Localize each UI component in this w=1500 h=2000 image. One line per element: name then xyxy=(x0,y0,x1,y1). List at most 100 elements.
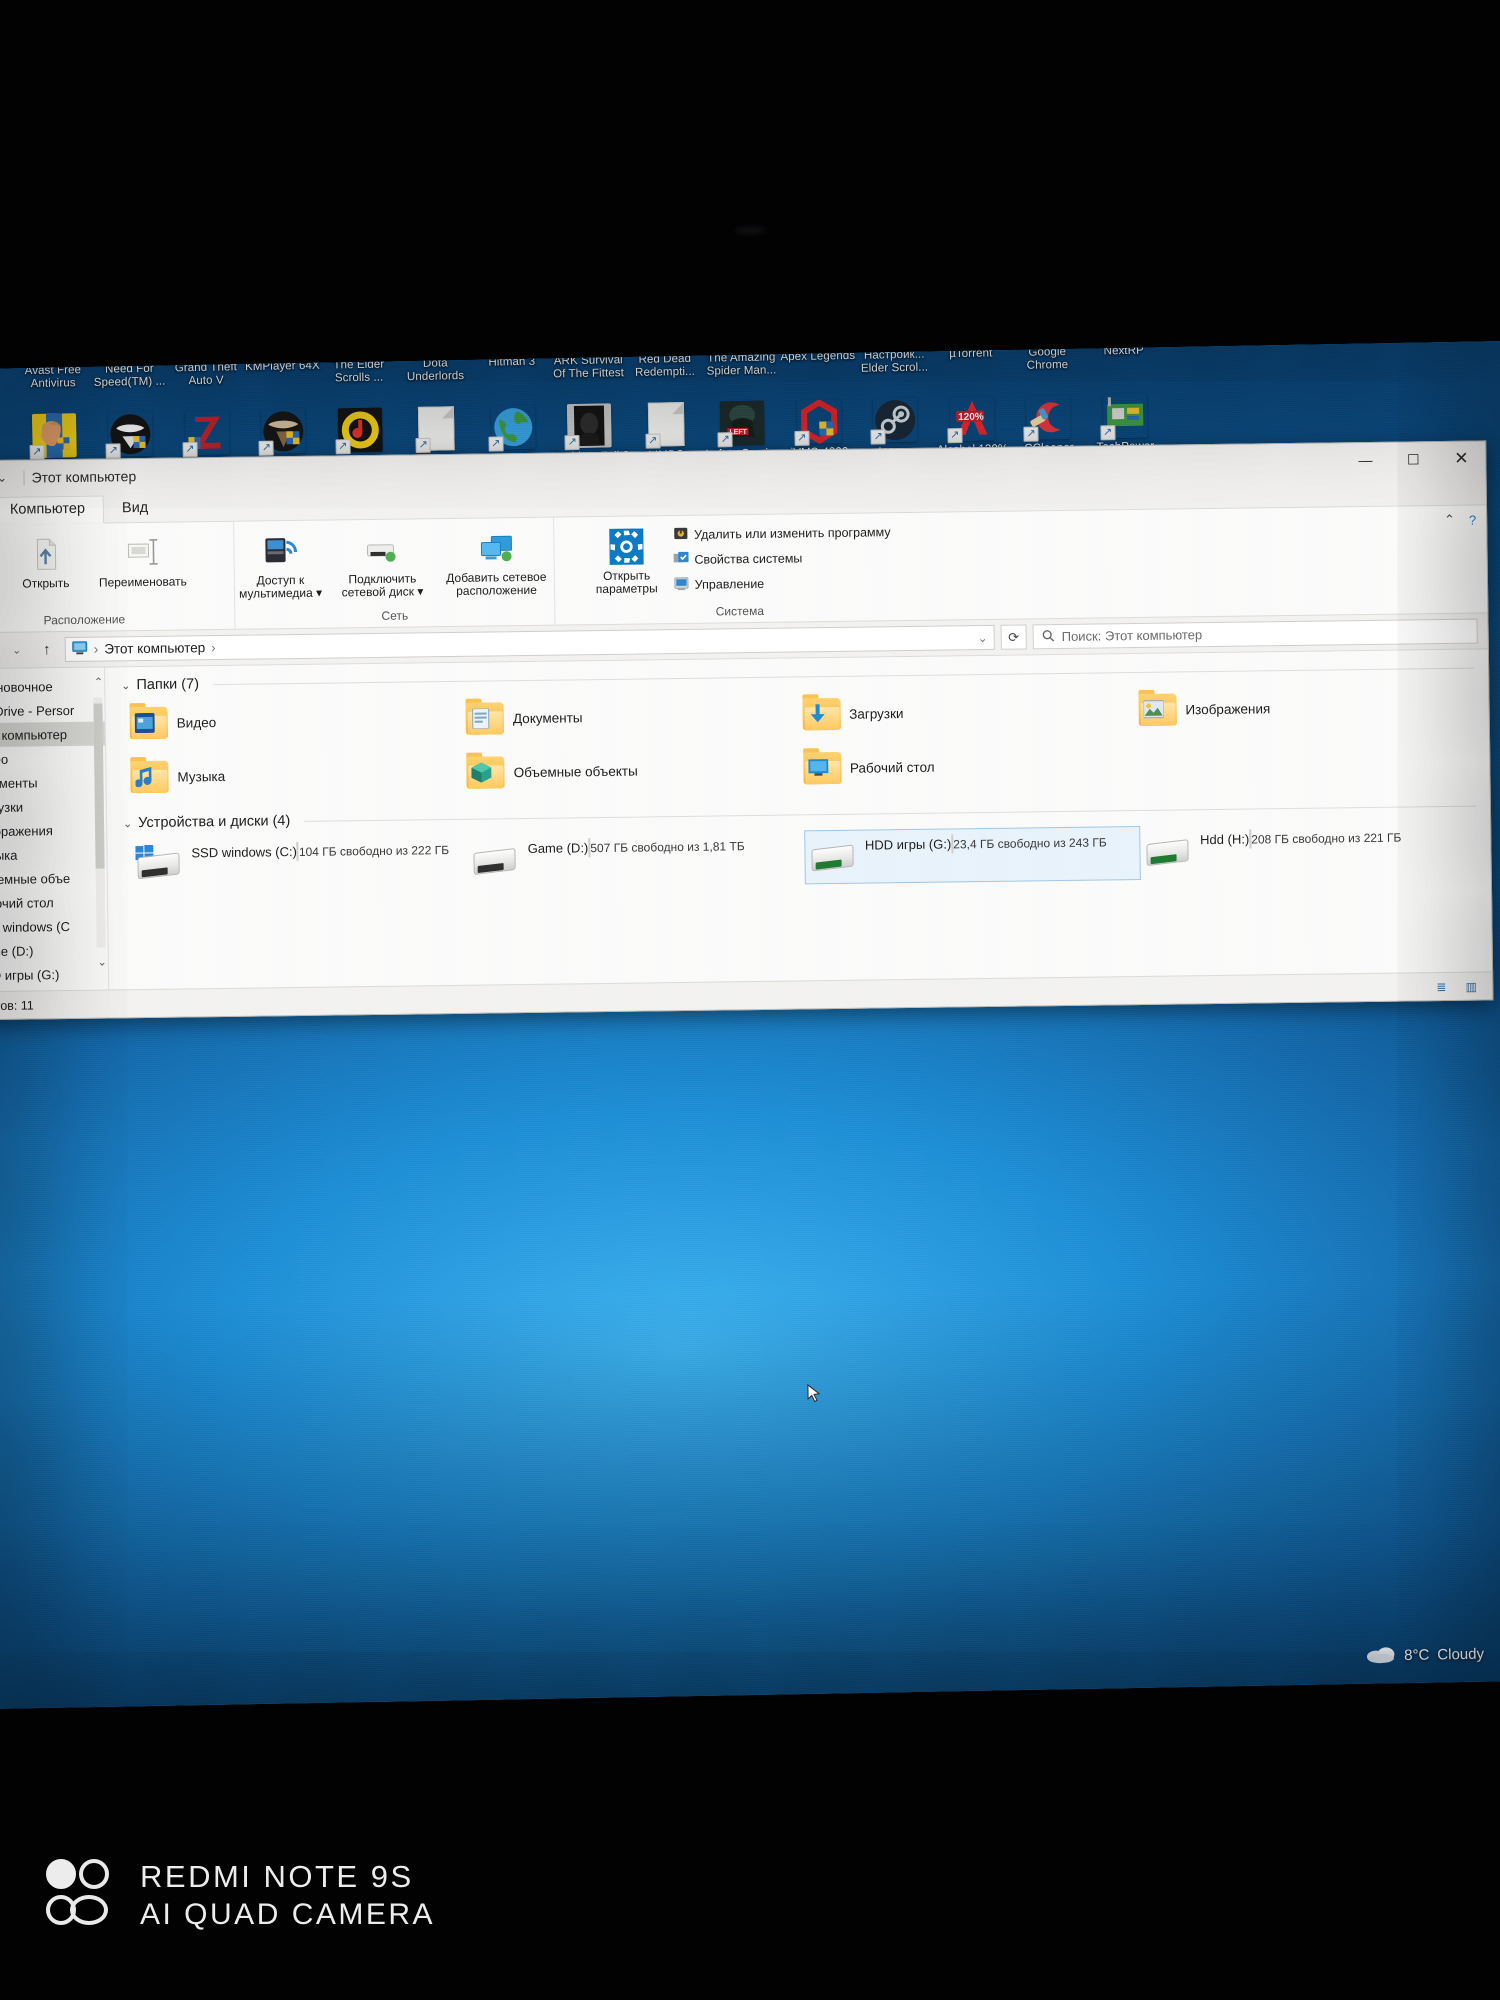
ribbon-collapse-icon[interactable]: ⌃ xyxy=(1444,512,1455,528)
taskbar-weather-widget[interactable]: 8°C Cloudy ⌃ xyxy=(1366,1642,1500,1668)
folders-group-chevron-icon[interactable]: ⌄ xyxy=(121,679,130,692)
ribbon-button-open-settings[interactable]: Открыть параметры xyxy=(587,526,666,596)
breadcrumb-dropdown-icon[interactable]: ⌄ xyxy=(978,630,988,644)
sidebar-item-11[interactable]: Game (D:) xyxy=(0,938,108,964)
up-button[interactable]: ↑ xyxy=(35,638,59,662)
rdr2-icon[interactable]: ↗ xyxy=(639,340,687,353)
desktop-icon[interactable]: ↗ The Elder Scrolls ... xyxy=(320,340,398,385)
sidebar-item-7[interactable]: Музыка xyxy=(0,842,107,868)
document-icon[interactable]: ↗ xyxy=(645,402,685,449)
dayz-icon[interactable]: ↗ xyxy=(105,412,153,459)
sidebar-item-0[interactable]: Установочное xyxy=(0,674,104,700)
folder-item[interactable]: Рабочий стол xyxy=(802,740,1140,792)
desktop-icon[interactable]: ↗ Red Dead Redempti... xyxy=(626,340,704,379)
ribbon-button-open[interactable]: Открыть xyxy=(14,534,77,591)
left-to-survive-icon[interactable]: LEFT ↗ xyxy=(717,400,765,448)
window-controls[interactable]: — ☐ ✕ xyxy=(1341,441,1485,477)
tab-view[interactable]: Вид xyxy=(104,496,167,523)
desktop-icon[interactable]: ↗µTorrent xyxy=(932,340,1010,374)
cyberpunk-icon[interactable]: ↗ xyxy=(29,413,77,461)
utorrent-icon[interactable]: ↗ xyxy=(945,340,993,348)
avast-icon[interactable]: ↗ xyxy=(27,340,75,365)
navigation-pane[interactable]: Установочное OneDrive - Persor Этот компью… xyxy=(0,667,110,992)
ribbon-button-map-drive[interactable]: Подключить сетевой диск ▾ xyxy=(336,529,429,599)
nfs-icon[interactable]: ↗ xyxy=(104,340,152,363)
folder-item[interactable]: Музыка xyxy=(130,749,467,801)
hitman-icon[interactable]: ↗ xyxy=(486,340,534,356)
quick-access-toolbar[interactable]: ☑ ▭ ⌄ xyxy=(0,468,30,488)
folder-item[interactable]: Загрузки xyxy=(801,686,1139,738)
ribbon-item-system-properties[interactable]: Свойства системы xyxy=(673,548,891,569)
breadcrumb-sep-2[interactable]: › xyxy=(211,640,216,655)
sidebar-item-4[interactable]: Документы xyxy=(0,770,106,796)
drive-item[interactable]: Game (D:) 507 ГБ свободно из 1,81 ТБ xyxy=(467,830,804,888)
ribbon-button-properties[interactable]: Свойства xyxy=(0,535,5,592)
ccleaner-icon[interactable]: ↗ xyxy=(1023,395,1071,442)
internet-globe-icon[interactable]: ↗ xyxy=(488,405,536,452)
file-list-pane[interactable]: ⌄ Папки (7) Видео Документы Загрузки Изобра… xyxy=(105,649,1492,989)
tiles-view-button[interactable]: ▥ xyxy=(1460,977,1482,995)
desktop-icon[interactable]: ↗Настройк... Elder Scrol... xyxy=(855,340,933,375)
yandex-music-icon[interactable]: ↗ xyxy=(335,407,383,455)
file-explorer-window[interactable]: ☑ ▭ ⌄ Этот компьютер — ☐ ✕ Компьютер Вид xyxy=(0,440,1494,1021)
desktop-icon[interactable]: ↗ Hitman 3 xyxy=(473,340,551,382)
ribbon-button-rename[interactable]: Переименовать xyxy=(86,532,199,590)
drive-item[interactable]: HDD игры (G:) 23,4 ГБ свободно из 243 ГБ xyxy=(803,825,1141,885)
drives-grid[interactable]: SSD windows (C:) 104 ГБ свободно из 222 Г… xyxy=(131,822,1477,894)
ivms-icon[interactable]: ↗ xyxy=(794,399,842,447)
refresh-button[interactable]: ⟳ xyxy=(1000,624,1027,650)
kmplayer-icon[interactable]: ↗ xyxy=(256,340,305,360)
folder-item[interactable]: Видео xyxy=(129,695,466,747)
drives-group-chevron-icon[interactable]: ⌄ xyxy=(123,817,132,830)
desktop-icon[interactable]: ↗ Grand Theft Auto V xyxy=(167,340,245,388)
sidebar-item-9[interactable]: Рабочий стол xyxy=(0,890,107,916)
sidebar-item-12[interactable]: HDD игры (G:) xyxy=(0,962,108,988)
re8-icon[interactable]: ↗ xyxy=(564,403,612,451)
steam-icon[interactable]: ↗ xyxy=(870,398,918,445)
sidebar-item-2[interactable]: Этот компьютер xyxy=(0,721,106,748)
document-icon[interactable]: ↗ xyxy=(415,406,455,453)
ribbon-item-manage[interactable]: Управление xyxy=(674,573,892,594)
desktop-icon[interactable]: ↗ KMPlayer 64X xyxy=(243,340,321,386)
nextrp-icon[interactable]: ↗ xyxy=(1098,340,1146,345)
desktop-icon[interactable]: ↗ Avast Free Antivirus xyxy=(14,340,92,390)
ribbon[interactable]: Свойства Открыть Переимено xyxy=(0,505,1488,634)
sidebar-item-6[interactable]: Изображения xyxy=(0,818,106,844)
folders-grid[interactable]: Видео Документы Загрузки Изображения Музыка О… xyxy=(129,682,1475,802)
apex-icon[interactable]: ↗ xyxy=(792,340,840,351)
desktop-icon[interactable]: ↗Google Chrome xyxy=(1008,340,1086,372)
breadcrumb-this-pc[interactable]: Этот компьютер xyxy=(104,640,205,656)
nav-scroll-down-icon[interactable]: ⌄ xyxy=(98,956,107,969)
ribbon-system-small-commands[interactable]: Удалить или изменить программу Свойства … xyxy=(671,523,891,594)
desktop-icon[interactable]: ↗ Dota Underlords xyxy=(396,340,474,383)
folder-item[interactable]: Изображения xyxy=(1138,682,1475,734)
help-icon[interactable]: ? xyxy=(1469,512,1476,527)
close-button[interactable]: ✕ xyxy=(1437,441,1485,476)
gpuz-icon[interactable]: ↗ xyxy=(1100,394,1148,441)
recent-locations-button[interactable]: ⌄ xyxy=(5,638,29,662)
document-icon[interactable]: ↗ xyxy=(566,340,607,355)
details-view-button[interactable]: ≣ xyxy=(1430,977,1452,995)
desktop-icon[interactable]: ↗ ARK Survival Of The Fittest xyxy=(549,340,627,381)
folder-item[interactable]: Документы xyxy=(465,690,803,742)
folder-item[interactable]: Объемные объекты xyxy=(466,744,803,796)
nav-scroll-up-icon[interactable]: ⌃ xyxy=(94,676,103,689)
elder-scrolls-icon[interactable]: ↗ xyxy=(868,340,917,349)
desktop-icon[interactable]: ↗NextRP xyxy=(1085,340,1163,371)
wwz-icon[interactable]: ↗ xyxy=(182,410,230,458)
sidebar-item-1[interactable]: OneDrive - Persor xyxy=(0,698,105,724)
spiderman-icon[interactable]: ↗ xyxy=(715,340,764,352)
ribbon-button-add-net-location[interactable]: Добавить сетевое расположение xyxy=(438,528,555,599)
alcohol-icon[interactable]: 120% ↗ xyxy=(947,396,995,444)
drive-item[interactable]: SSD windows (C:) 104 ГБ свободно из 222 Г… xyxy=(131,835,468,893)
drive-item[interactable]: Hdd (H:) 208 ГБ свободно из 221 ГБ xyxy=(1140,822,1477,880)
chrome-icon[interactable]: ↗ xyxy=(1021,340,1069,346)
breadcrumb[interactable]: › Этот компьютер › ⌄ xyxy=(64,624,995,663)
document-icon[interactable]: ↗ xyxy=(184,340,224,362)
document-icon[interactable]: ↗ xyxy=(413,340,454,357)
ribbon-item-uninstall[interactable]: Удалить или изменить программу xyxy=(673,523,891,544)
desktop-icon[interactable]: ↗ Apex Legends xyxy=(779,340,857,376)
sidebar-item-3[interactable]: Видео xyxy=(0,746,105,772)
view-buttons[interactable]: ≣ ▥ xyxy=(1430,977,1482,996)
sidebar-item-5[interactable]: Загрузки xyxy=(0,794,106,820)
